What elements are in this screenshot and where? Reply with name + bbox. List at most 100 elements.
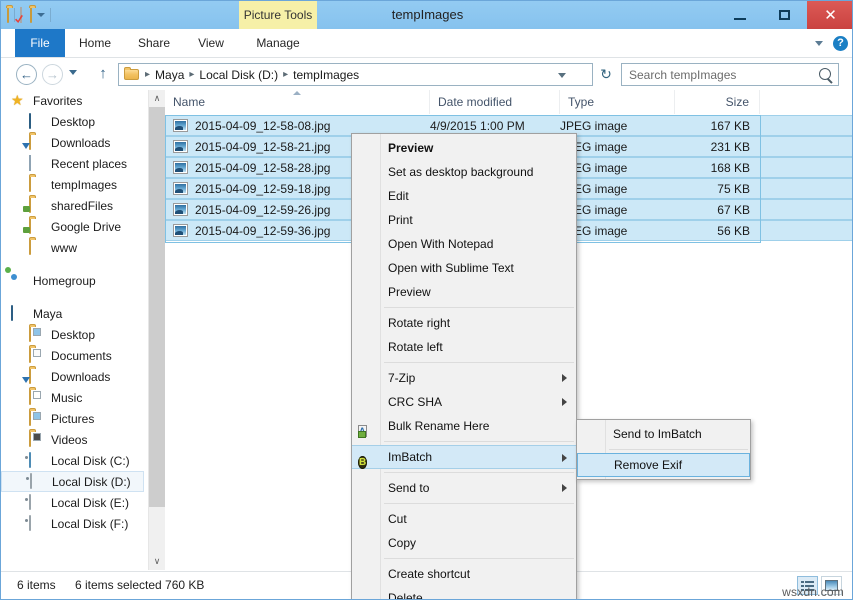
breadcrumb-item-local-disk-d[interactable]: Local Disk (D:) — [196, 68, 281, 82]
sidebar-item-downloads[interactable]: Downloads — [1, 366, 147, 387]
sidebar-item-local-disk-d[interactable]: Local Disk (D:) — [1, 471, 144, 492]
sidebar-item-local-disk-c[interactable]: Local Disk (C:) — [1, 450, 147, 471]
menu-item-rotate-right[interactable]: Rotate right — [352, 311, 576, 335]
menu-item-imbatch[interactable]: B ImBatch — [352, 445, 576, 469]
jpeg-image-icon — [173, 182, 188, 195]
sidebar-item-recent-places[interactable]: Recent places — [1, 153, 147, 174]
menu-item-copy[interactable]: Copy — [352, 531, 576, 555]
status-selection-info: 6 items selected 760 KB — [75, 572, 204, 599]
nav-group-homegroup[interactable]: Homegroup — [1, 270, 147, 291]
menu-item-bulk-rename-here[interactable]: A Bulk Rename Here — [352, 414, 576, 438]
sidebar-item-downloads-fav[interactable]: Downloads — [1, 132, 147, 153]
menu-separator — [384, 362, 574, 363]
menu-separator — [384, 503, 574, 504]
file-size-cell: 67 KB — [675, 203, 760, 217]
help-icon[interactable]: ? — [833, 36, 848, 51]
scroll-down-icon[interactable]: ∨ — [149, 553, 165, 570]
close-button[interactable]: ✕ — [807, 1, 853, 29]
sidebar-item-desktop-fav[interactable]: Desktop — [1, 111, 147, 132]
folder-icon — [29, 177, 45, 192]
menu-item-remove-exif[interactable]: Remove Exif — [577, 453, 750, 477]
sidebar-item-label: Local Disk (D:) — [52, 475, 131, 489]
sidebar-item-pictures[interactable]: Pictures — [1, 408, 147, 429]
breadcrumb-item-tempimages[interactable]: tempImages — [290, 68, 362, 82]
chevron-down-icon[interactable] — [815, 41, 823, 46]
menu-item-create-shortcut[interactable]: Create shortcut — [352, 562, 576, 586]
imbatch-icon: B — [358, 450, 374, 466]
menu-item-7-zip[interactable]: 7-Zip — [352, 366, 576, 390]
menu-item-send-to-imbatch[interactable]: Send to ImBatch — [577, 422, 750, 446]
forward-button[interactable]: → — [42, 64, 63, 85]
nav-group-favorites[interactable]: ★ Favorites — [1, 90, 147, 111]
tab-file[interactable]: File — [15, 29, 65, 57]
breadcrumb-separator-1: ▸ — [187, 69, 196, 80]
window-controls: ✕ — [717, 1, 853, 29]
menu-item-rotate-left[interactable]: Rotate left — [352, 335, 576, 359]
menu-item-delete[interactable]: Delete — [352, 586, 576, 600]
context-menu: Preview Set as desktop background Edit P… — [351, 133, 577, 600]
sidebar-item-google-drive[interactable]: Google Drive — [1, 216, 147, 237]
scrollbar-thumb[interactable] — [149, 107, 165, 507]
menu-item-cut[interactable]: Cut — [352, 507, 576, 531]
minimize-button[interactable] — [717, 1, 762, 29]
menu-item-label: CRC SHA — [388, 395, 442, 409]
sidebar-item-desktop[interactable]: Desktop — [1, 324, 147, 345]
menu-item-open-with-notepad[interactable]: Open With Notepad — [352, 232, 576, 256]
sidebar-item-label: Music — [51, 391, 82, 405]
nav-group-maya[interactable]: Maya — [1, 303, 147, 324]
menu-item-send-to[interactable]: Send to — [352, 476, 576, 500]
nav-group-maya-label: Maya — [33, 307, 62, 321]
menu-separator — [384, 441, 574, 442]
maximize-button[interactable] — [762, 1, 807, 29]
tab-share[interactable]: Share — [125, 29, 183, 57]
back-button[interactable]: ← — [16, 64, 37, 85]
drive-icon — [30, 474, 46, 489]
tab-home[interactable]: Home — [65, 29, 125, 57]
sidebar-item-sharedfiles[interactable]: sharedFiles — [1, 195, 147, 216]
up-one-level-button[interactable]: ↑ — [95, 65, 111, 83]
column-header-type[interactable]: Type — [560, 90, 675, 114]
sidebar-item-label: www — [51, 241, 77, 255]
scroll-up-icon[interactable]: ∧ — [149, 90, 165, 107]
sidebar-item-videos[interactable]: Videos — [1, 429, 147, 450]
nav-group-homegroup-label: Homegroup — [33, 274, 96, 288]
title-bar: tempImages Picture Tools ✕ — [1, 1, 853, 29]
sidebar-item-music[interactable]: Music — [1, 387, 147, 408]
menu-item-open-with-sublime-text[interactable]: Open with Sublime Text — [352, 256, 576, 280]
navigation-pane-scrollbar[interactable]: ∧ ∨ — [148, 90, 165, 570]
bulk-rename-icon: A — [358, 418, 374, 434]
menu-item-crc-sha[interactable]: CRC SHA — [352, 390, 576, 414]
downloads-folder-icon — [29, 369, 45, 384]
tab-manage[interactable]: Manage — [239, 29, 317, 57]
file-name-cell[interactable]: 2015-04-09_12-58-08.jpg — [165, 119, 430, 133]
breadcrumb[interactable]: ▸ Maya ▸ Local Disk (D:) ▸ tempImages — [118, 63, 593, 86]
desktop-folder-icon — [29, 327, 45, 342]
sidebar-item-www[interactable]: www — [1, 237, 147, 258]
menu-item-preview[interactable]: Preview — [352, 136, 576, 160]
menu-item-preview-2[interactable]: Preview — [352, 280, 576, 304]
sidebar-item-tempimages[interactable]: tempImages — [1, 174, 147, 195]
address-bar: ← → ↑ ▸ Maya ▸ Local Disk (D:) ▸ tempIma… — [1, 58, 853, 90]
breadcrumb-item-maya[interactable]: Maya — [152, 68, 187, 82]
menu-item-edit[interactable]: Edit — [352, 184, 576, 208]
sidebar-item-label: Google Drive — [51, 220, 121, 234]
search-icon[interactable] — [819, 68, 831, 80]
menu-item-set-as-desktop-background[interactable]: Set as desktop background — [352, 160, 576, 184]
refresh-button[interactable]: ↻ — [597, 65, 615, 83]
sidebar-item-local-disk-f[interactable]: Local Disk (F:) — [1, 513, 147, 534]
system-drive-icon — [29, 453, 45, 468]
tab-view[interactable]: View — [183, 29, 239, 57]
recent-locations-dropdown[interactable] — [69, 70, 77, 75]
column-header-size[interactable]: Size — [675, 90, 760, 114]
breadcrumb-history-dropdown-icon[interactable] — [558, 73, 566, 78]
nav-spacer — [1, 258, 147, 270]
column-header-name[interactable]: Name — [165, 90, 430, 114]
sidebar-item-documents[interactable]: Documents — [1, 345, 147, 366]
column-header-date-modified[interactable]: Date modified — [430, 90, 560, 114]
sidebar-item-local-disk-e[interactable]: Local Disk (E:) — [1, 492, 147, 513]
menu-item-print[interactable]: Print — [352, 208, 576, 232]
file-size-cell: 56 KB — [675, 224, 760, 238]
search-input[interactable]: Search tempImages — [621, 63, 839, 86]
ribbon-right-controls: ? — [815, 29, 848, 57]
file-name-label: 2015-04-09_12-58-28.jpg — [195, 161, 330, 175]
